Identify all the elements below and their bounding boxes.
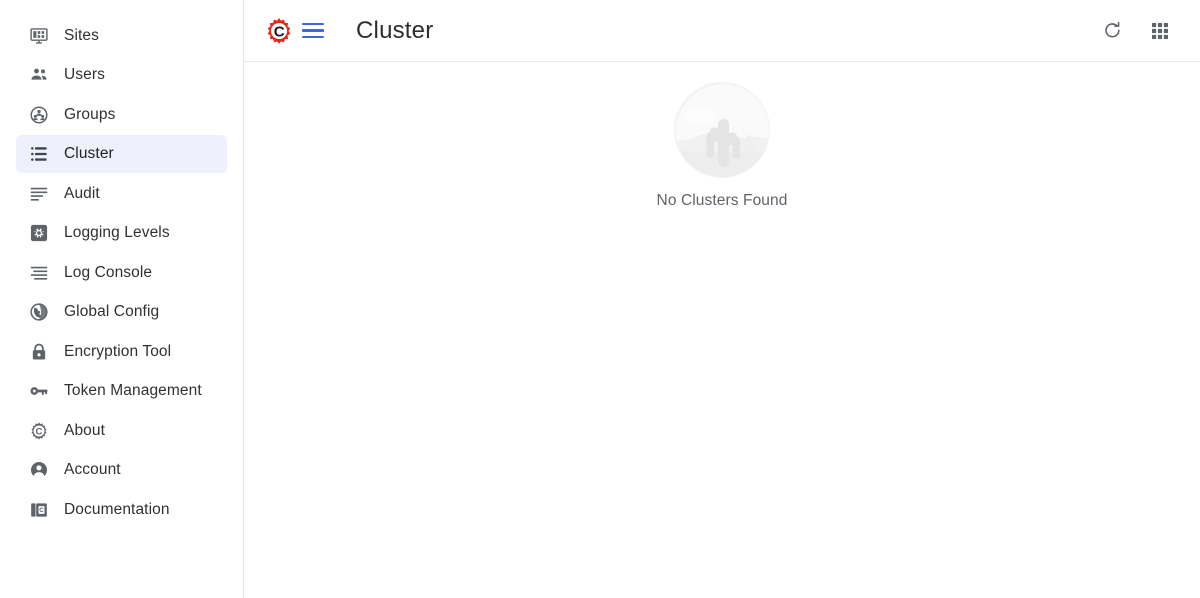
sidebar-item-label: Cluster [64, 145, 114, 162]
hamburger-menu-icon[interactable] [302, 20, 324, 42]
sidebar-item-label: Token Management [64, 382, 202, 399]
sidebar-item-label: Logging Levels [64, 224, 170, 241]
sidebar-item-label: Encryption Tool [64, 342, 172, 360]
cluster-list-icon [28, 143, 50, 165]
sidebar-item-users[interactable]: Users [16, 56, 227, 94]
sidebar-item-log-console[interactable]: Log Console [16, 254, 227, 292]
gear-c-icon: C [28, 420, 50, 442]
svg-text:C: C [274, 23, 285, 40]
topbar: C Cluster [244, 0, 1200, 62]
users-icon [28, 64, 50, 86]
content-area: No Clusters Found [244, 62, 1200, 598]
book-icon: C [28, 499, 50, 521]
sidebar-item-label: Groups [64, 105, 116, 123]
sidebar-item-label: Documentation [64, 500, 170, 518]
hamburger-line [302, 29, 324, 32]
sidebar-item-logging-levels[interactable]: Logging Levels [16, 214, 227, 252]
hamburger-line [302, 35, 324, 39]
sidebar-item-label: Account [64, 461, 121, 478]
sidebar-item-label: Audit [64, 184, 100, 202]
svg-text:C: C [36, 426, 43, 437]
sidebar-item-global-config[interactable]: Global Config [16, 293, 227, 331]
page-title: Cluster [356, 16, 434, 44]
desert-cactus-empty-icon [674, 82, 770, 178]
sidebar-item-audit[interactable]: Audit [16, 175, 227, 213]
refresh-icon[interactable] [1094, 13, 1130, 49]
hamburger-line [302, 22, 324, 26]
sidebar-item-encryption-tool[interactable]: Encryption Tool [16, 333, 227, 371]
svg-text:C: C [39, 507, 44, 514]
sidebar-item-groups[interactable]: Groups [16, 96, 227, 134]
main-panel: C Cluster No Clusters Found [244, 0, 1200, 598]
sidebar-item-label: Global Config [64, 303, 160, 320]
globe-icon [28, 301, 50, 323]
gear-square-icon [28, 222, 50, 244]
key-icon [28, 380, 50, 402]
gear-c-logo-icon: C [264, 16, 294, 46]
empty-state: No Clusters Found [244, 82, 1200, 210]
sidebar-item-label: About [64, 421, 106, 439]
app-root: Sites Users Groups Cluster Audit Logging… [0, 0, 1200, 598]
groups-circle-icon [28, 104, 50, 126]
audit-lines-icon [28, 183, 50, 205]
sidebar-item-documentation[interactable]: C Documentation [16, 491, 227, 529]
sidebar-item-about[interactable]: C About [16, 412, 227, 450]
sidebar-item-account[interactable]: Account [16, 451, 227, 489]
empty-state-message: No Clusters Found [656, 192, 788, 209]
sidebar: Sites Users Groups Cluster Audit Logging… [0, 0, 244, 598]
sidebar-item-sites[interactable]: Sites [16, 17, 227, 55]
account-circle-icon [28, 459, 50, 481]
apps-grid-icon[interactable] [1142, 13, 1178, 49]
log-console-icon [28, 262, 50, 284]
lock-icon [28, 341, 50, 363]
sidebar-item-label: Log Console [64, 263, 153, 281]
sidebar-item-label: Sites [64, 26, 99, 44]
sidebar-item-token-management[interactable]: Token Management [16, 372, 227, 410]
sidebar-item-cluster[interactable]: Cluster [16, 135, 227, 173]
dashboard-monitor-icon [28, 25, 50, 47]
sidebar-item-label: Users [64, 66, 105, 83]
